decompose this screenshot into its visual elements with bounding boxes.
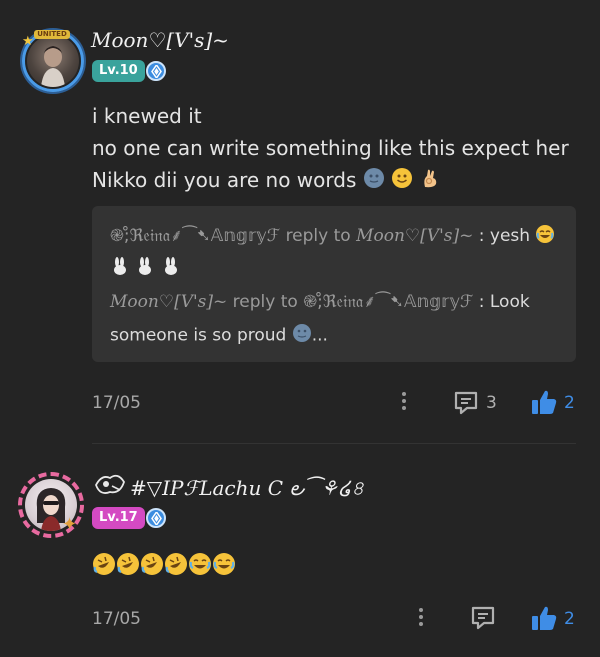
reply-message: : Look xyxy=(478,292,530,312)
ok-hand-emoji-icon xyxy=(419,166,441,198)
thumbs-up-icon[interactable] xyxy=(530,388,558,420)
level-badge: Lv.10 xyxy=(92,60,145,82)
reply-continuation xyxy=(110,257,181,282)
like-count[interactable]: 2 xyxy=(564,609,575,629)
comment-line: no one can write something like this exp… xyxy=(92,136,569,160)
thumbs-up-icon[interactable] xyxy=(530,604,558,636)
moon-face-emoji-icon xyxy=(363,166,385,198)
more-vertical-icon[interactable] xyxy=(418,608,424,629)
comment-date: 17/05 xyxy=(92,393,141,413)
reply-continuation: someone is so proud ... xyxy=(110,323,328,348)
verify-badge-icon xyxy=(146,508,166,528)
rofl-emoji-icon xyxy=(116,552,140,580)
rofl-emoji-icon xyxy=(140,552,164,580)
reply-author[interactable]: Moon♡[V's]~ xyxy=(110,292,227,312)
rabbit-emoji-icon xyxy=(161,257,181,282)
comment-text: i knewed it no one can write something l… xyxy=(92,100,569,198)
smile-emoji-icon xyxy=(391,166,413,198)
verify-badge-icon xyxy=(146,61,166,81)
username-ornament-icon xyxy=(92,472,128,502)
comment-icon[interactable] xyxy=(452,389,480,421)
comment-line: Nikko dii you are no words xyxy=(92,164,569,198)
rabbit-emoji-icon xyxy=(135,257,155,282)
reply-item: ֎;̊ℜ𝔢𝔦𝔫𝔞⸙⁀➷𝔸𝕟𝕘𝕣𝕪ℱ reply to Moon♡[V's]~ :… xyxy=(110,223,555,249)
rofl-emoji-icon xyxy=(92,552,116,580)
more-vertical-icon[interactable] xyxy=(401,392,407,413)
like-count[interactable]: 2 xyxy=(564,393,575,413)
comment-item: ✦ #▽IPℱLachu C ౿⁀⚘໒৪ Lv.17 17/05 2 xyxy=(0,444,600,657)
avatar[interactable] xyxy=(27,35,79,87)
star-decoration: ★ xyxy=(22,34,34,49)
comment-item: UNITED ★ Moon♡[V's]~ Lv.10 i knewed it n… xyxy=(0,0,600,444)
moon-face-emoji-icon xyxy=(292,323,312,348)
comment-line: i knewed it xyxy=(92,104,202,128)
comment-icon[interactable] xyxy=(469,604,497,636)
laugh-emoji-icon xyxy=(212,552,236,580)
laugh-emoji-icon xyxy=(188,552,212,580)
reply-author[interactable]: ֎;̊ℜ𝔢𝔦𝔫𝔞⸙⁀➷𝔸𝕟𝕘𝕣𝕪ℱ xyxy=(110,226,280,246)
comment-date: 17/05 xyxy=(92,609,141,629)
reply-target[interactable]: ֎;̊ℜ𝔢𝔦𝔫𝔞⸙⁀➷𝔸𝕟𝕘𝕣𝕪ℱ xyxy=(303,292,473,312)
username[interactable]: #▽IPℱLachu C ౿⁀⚘໒৪ xyxy=(130,474,364,507)
comment-line-text: Nikko dii you are no words xyxy=(92,168,357,192)
reply-to-label: reply to xyxy=(232,292,298,312)
frame-banner: UNITED xyxy=(34,30,70,39)
level-badge: Lv.17 xyxy=(92,507,145,529)
truncation-ellipsis: ... xyxy=(311,325,328,346)
frame-decoration: ✦ xyxy=(62,514,78,535)
reply-count[interactable]: 3 xyxy=(486,393,497,413)
laugh-emoji-icon xyxy=(535,224,555,249)
comment-emojis xyxy=(92,552,236,580)
username[interactable]: Moon♡[V's]~ xyxy=(91,28,229,52)
reply-item: Moon♡[V's]~ reply to ֎;̊ℜ𝔢𝔦𝔫𝔞⸙⁀➷𝔸𝕟𝕘𝕣𝕪ℱ :… xyxy=(110,289,530,312)
replies-preview[interactable]: ֎;̊ℜ𝔢𝔦𝔫𝔞⸙⁀➷𝔸𝕟𝕘𝕣𝕪ℱ reply to Moon♡[V's]~ :… xyxy=(92,206,576,362)
rabbit-emoji-icon xyxy=(110,257,130,282)
rofl-emoji-icon xyxy=(164,552,188,580)
reply-message-line2: someone is so proud xyxy=(110,325,287,346)
reply-to-label: reply to xyxy=(285,226,351,246)
reply-target[interactable]: Moon♡[V's]~ xyxy=(356,226,473,246)
reply-message: : yesh xyxy=(478,226,531,246)
